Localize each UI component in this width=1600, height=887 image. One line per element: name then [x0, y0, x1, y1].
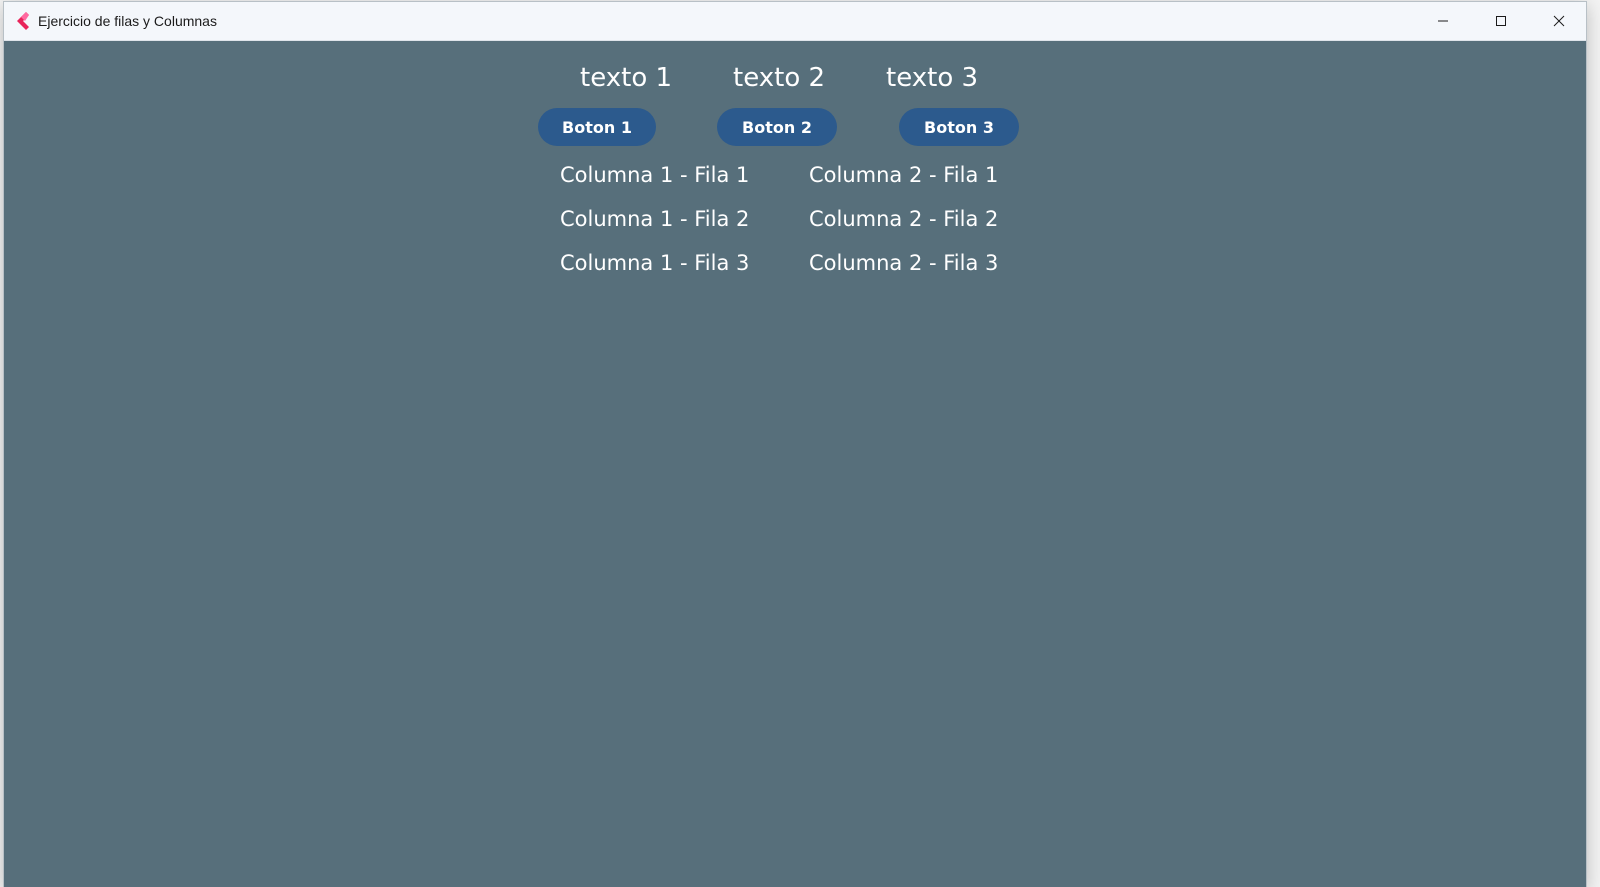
window-title: Ejercicio de filas y Columnas — [38, 13, 217, 29]
title-bar[interactable]: Ejercicio de filas y Columnas — [4, 2, 1586, 41]
close-icon — [1553, 15, 1565, 27]
text-2: texto 2 — [733, 63, 826, 93]
app-window: Ejercicio de filas y Columnas texto 1 te… — [4, 2, 1586, 887]
minimize-icon — [1437, 15, 1449, 27]
minimize-button[interactable] — [1414, 2, 1472, 40]
close-button[interactable] — [1530, 2, 1588, 40]
grid-cell-col2-row1: Columna 2 - Fila 1 — [809, 163, 999, 187]
boton-3-button[interactable]: Boton 3 — [899, 108, 1019, 146]
text-3: texto 3 — [886, 63, 979, 93]
grid-cell-col1-row2: Columna 1 - Fila 2 — [560, 207, 750, 231]
maximize-icon — [1495, 15, 1507, 27]
grid-cell-col2-row3: Columna 2 - Fila 3 — [809, 251, 999, 275]
boton-2-button[interactable]: Boton 2 — [717, 108, 837, 146]
grid-cell-col2-row2: Columna 2 - Fila 2 — [809, 207, 999, 231]
flutter-icon — [14, 11, 32, 31]
maximize-button[interactable] — [1472, 2, 1530, 40]
grid-cell-col1-row3: Columna 1 - Fila 3 — [560, 251, 750, 275]
text-1: texto 1 — [580, 63, 673, 93]
grid-cell-col1-row1: Columna 1 - Fila 1 — [560, 163, 750, 187]
boton-1-button[interactable]: Boton 1 — [538, 108, 656, 146]
text-row: texto 1 texto 2 texto 3 — [4, 58, 1586, 98]
content-area: texto 1 texto 2 texto 3 Boton 1 Boton 2 … — [4, 41, 1586, 887]
